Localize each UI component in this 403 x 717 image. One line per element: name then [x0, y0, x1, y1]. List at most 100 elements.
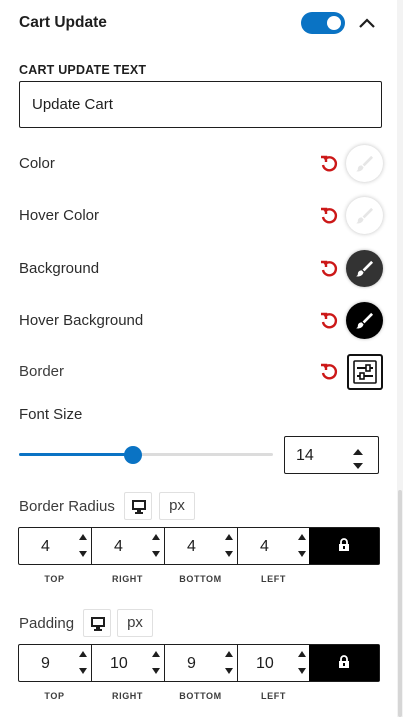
paintbrush-icon	[355, 155, 374, 172]
link-values-button[interactable]	[309, 645, 379, 681]
decrement-icon[interactable]	[224, 550, 234, 558]
enable-toggle[interactable]	[301, 12, 345, 34]
reset-icon[interactable]	[319, 206, 339, 226]
scrollbar-thumb[interactable]	[398, 490, 402, 717]
padding-inputs: 9 10 9 10	[18, 644, 380, 682]
increment-icon[interactable]	[224, 650, 234, 658]
padding-left-value: 10	[256, 655, 274, 672]
padding-bottom-value: 9	[187, 655, 196, 672]
side-label-top: TOP	[44, 574, 65, 584]
font-size-label: Font Size	[19, 406, 83, 423]
side-label-bottom: BOTTOM	[179, 574, 222, 584]
font-size-slider[interactable]	[19, 446, 273, 464]
font-size-value: 14	[296, 447, 314, 464]
reset-icon[interactable]	[319, 362, 339, 382]
reset-icon[interactable]	[319, 311, 339, 331]
increment-icon[interactable]	[151, 650, 161, 658]
desktop-icon	[132, 500, 146, 514]
border-settings-button[interactable]	[347, 354, 383, 390]
sliders-icon	[353, 360, 377, 384]
decrement-icon[interactable]	[151, 550, 161, 558]
toggle-knob	[327, 16, 341, 30]
background-label: Background	[19, 260, 100, 277]
decrement-icon[interactable]	[78, 550, 88, 558]
side-label-right: RIGHT	[112, 574, 143, 584]
increment-icon[interactable]	[351, 444, 365, 455]
reset-icon[interactable]	[319, 154, 339, 174]
border-radius-header: Border Radius px	[19, 492, 379, 522]
decrement-icon[interactable]	[78, 667, 88, 675]
increment-icon[interactable]	[78, 533, 88, 541]
cart-update-settings-panel: Cart Update CART UPDATE TEXT Color Hover…	[0, 0, 403, 717]
border-radius-left-input[interactable]: 4	[238, 528, 311, 564]
border-radius-bottom-input[interactable]: 4	[165, 528, 238, 564]
section-header[interactable]: Cart Update	[19, 12, 381, 36]
padding-right-value: 10	[110, 655, 128, 672]
color-swatch[interactable]	[346, 145, 383, 182]
increment-icon[interactable]	[297, 650, 307, 658]
border-radius-inputs: 4 4 4 4	[18, 527, 380, 565]
chevron-up-icon[interactable]	[357, 14, 377, 34]
background-row: Background	[19, 249, 383, 289]
padding-label: Padding	[19, 615, 75, 632]
paintbrush-icon	[355, 207, 374, 224]
border-row: Border	[19, 352, 383, 392]
border-radius-right-input[interactable]: 4	[92, 528, 165, 564]
decrement-icon[interactable]	[297, 667, 307, 675]
hover-color-row: Hover Color	[19, 196, 383, 236]
border-radius-right-value: 4	[114, 538, 123, 555]
hover-color-swatch[interactable]	[346, 197, 383, 234]
slider-fill	[19, 453, 133, 456]
padding-top-value: 9	[41, 655, 50, 672]
hover-background-swatch[interactable]	[346, 302, 383, 339]
side-label-right: RIGHT	[112, 691, 143, 701]
device-toggle-button[interactable]	[124, 492, 152, 520]
font-size-input[interactable]: 14	[284, 436, 379, 474]
reset-icon[interactable]	[319, 259, 339, 279]
padding-bottom-input[interactable]: 9	[165, 645, 238, 681]
hover-background-row: Hover Background	[19, 301, 383, 341]
hover-color-label: Hover Color	[19, 207, 100, 224]
cart-update-text-input[interactable]	[19, 81, 382, 128]
background-swatch[interactable]	[346, 250, 383, 287]
hover-background-label: Hover Background	[19, 312, 144, 329]
color-row: Color	[19, 144, 383, 184]
side-label-left: LEFT	[261, 691, 286, 701]
side-label-bottom: BOTTOM	[179, 691, 222, 701]
increment-icon[interactable]	[151, 533, 161, 541]
link-values-button[interactable]	[309, 528, 379, 564]
section-title: Cart Update	[19, 14, 107, 31]
border-radius-top-input[interactable]: 4	[19, 528, 92, 564]
device-toggle-button[interactable]	[83, 609, 111, 637]
padding-right-input[interactable]: 10	[92, 645, 165, 681]
border-radius-bottom-value: 4	[187, 538, 196, 555]
increment-icon[interactable]	[297, 533, 307, 541]
border-label: Border	[19, 363, 65, 380]
slider-handle[interactable]	[124, 446, 142, 464]
border-radius-label: Border Radius	[19, 498, 115, 515]
unit-selector[interactable]: px	[159, 492, 195, 520]
scrollbar[interactable]	[397, 0, 403, 717]
unit-selector[interactable]: px	[117, 609, 153, 637]
border-radius-top-value: 4	[41, 538, 50, 555]
side-label-left: LEFT	[261, 574, 286, 584]
padding-header: Padding px	[19, 609, 379, 639]
padding-top-input[interactable]: 9	[19, 645, 92, 681]
color-label: Color	[19, 155, 55, 172]
border-radius-left-value: 4	[260, 538, 269, 555]
border-radius-side-labels: TOP RIGHT BOTTOM LEFT	[18, 574, 310, 586]
cart-update-text-label: CART UPDATE TEXT	[19, 63, 147, 77]
padding-left-input[interactable]: 10	[238, 645, 311, 681]
increment-icon[interactable]	[78, 650, 88, 658]
increment-icon[interactable]	[224, 533, 234, 541]
paintbrush-icon	[355, 260, 374, 277]
lock-icon	[339, 538, 349, 551]
decrement-icon[interactable]	[297, 550, 307, 558]
desktop-icon	[91, 617, 105, 631]
side-label-top: TOP	[44, 691, 65, 701]
decrement-icon[interactable]	[151, 667, 161, 675]
decrement-icon[interactable]	[351, 458, 365, 469]
lock-icon	[339, 655, 349, 668]
padding-side-labels: TOP RIGHT BOTTOM LEFT	[18, 691, 310, 703]
decrement-icon[interactable]	[224, 667, 234, 675]
